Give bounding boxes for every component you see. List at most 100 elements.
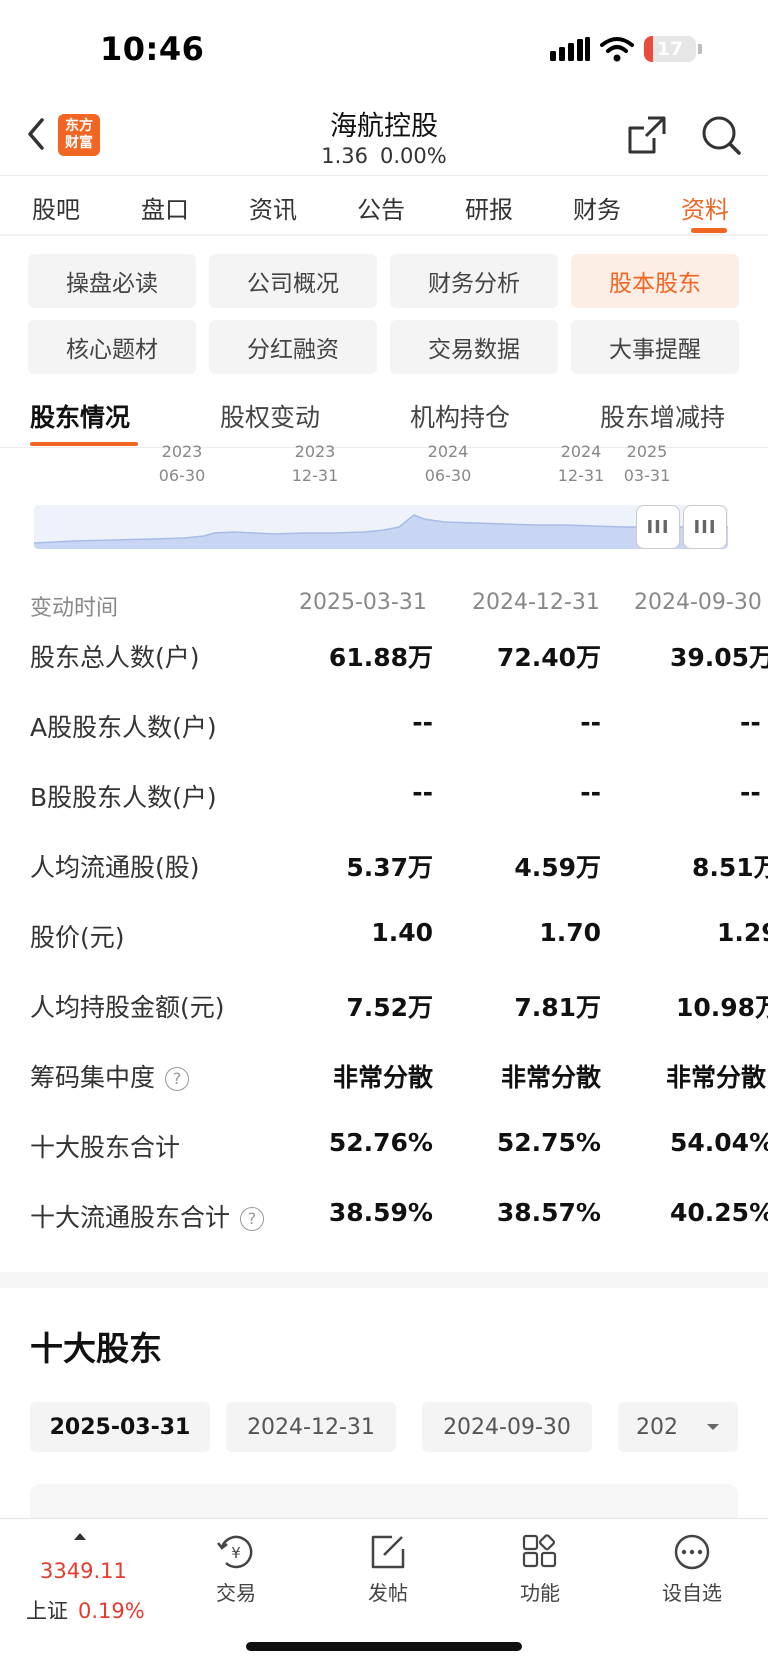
battery-tip	[698, 44, 702, 54]
row-value: --	[412, 708, 433, 737]
search-icon[interactable]	[700, 114, 742, 156]
subtab-trading-data[interactable]: 交易数据	[390, 320, 558, 374]
subtab-core-themes[interactable]: 核心题材	[28, 320, 196, 374]
timeline-label: 2025 03-31	[623, 442, 671, 485]
subtab-events[interactable]: 大事提醒	[571, 320, 739, 374]
row-value: 4.59万	[514, 853, 601, 882]
stock-price: 1.36	[321, 144, 369, 168]
timeline-handle-right[interactable]: III	[683, 505, 727, 549]
row-value: 52.76%	[328, 1128, 433, 1157]
row-value: 39.05万	[670, 643, 768, 672]
wifi-icon	[600, 37, 634, 62]
tab-announcements[interactable]: 公告	[357, 190, 405, 225]
table-row: A股股东人数(户) -- -- --	[0, 708, 768, 778]
chevron-down-icon	[707, 1424, 719, 1430]
nav-add-watchlist[interactable]: 设自选	[642, 1533, 742, 1606]
date-chip[interactable]: 202	[618, 1402, 698, 1452]
nav-trade[interactable]: ¥ 交易	[186, 1533, 286, 1606]
tab-profile[interactable]: 资料	[681, 190, 729, 225]
row-label: 股价(元)	[30, 923, 125, 952]
date-chip[interactable]: 2024-12-31	[226, 1402, 396, 1452]
top-tab-bar: 股吧 盘口 资讯 公告 研报 财务 资料	[0, 178, 768, 236]
section-title-top-holders: 十大股东	[30, 1329, 162, 1368]
tab-finance[interactable]: 财务	[573, 190, 621, 225]
column-date[interactable]: 2024-12-31	[472, 590, 600, 615]
timeline-scrubber[interactable]	[34, 505, 728, 549]
tab-institutional-holdings[interactable]: 机构持仓	[410, 398, 510, 434]
tab-holder-overview[interactable]: 股东情况	[30, 398, 130, 434]
timeline-label: 2023 12-31	[291, 442, 339, 485]
date-chip[interactable]: 2025-03-31	[30, 1402, 210, 1452]
stock-header: 东方 财富 海航控股 1.36 0.00%	[0, 100, 768, 176]
tab-pankou[interactable]: 盘口	[141, 190, 189, 225]
row-value: 40.25%	[670, 1198, 768, 1227]
help-icon[interactable]: ?	[240, 1207, 265, 1231]
index-name: 上证 0.19%	[26, 1599, 145, 1623]
subtab-dividends[interactable]: 分红融资	[209, 320, 377, 374]
tab-equity-changes[interactable]: 股权变动	[220, 398, 320, 434]
subtab-shareholders[interactable]: 股本股东	[571, 254, 739, 308]
row-value: 61.88万	[328, 643, 433, 672]
post-icon	[371, 1535, 405, 1569]
row-value: 72.40万	[496, 643, 601, 672]
row-value: 7.81万	[514, 993, 601, 1022]
status-time: 10:46	[100, 30, 205, 68]
timeline-label: 2024 12-31	[557, 442, 605, 485]
table-row: 股价(元) 1.40 1.70 1.29	[0, 918, 768, 988]
tab-news[interactable]: 资讯	[249, 190, 297, 225]
column-date[interactable]: 2024-09-30	[634, 590, 762, 615]
row-value: --	[580, 778, 601, 807]
table-row: B股股东人数(户) -- -- --	[0, 778, 768, 848]
date-dropdown-button[interactable]	[688, 1402, 738, 1452]
status-icons: 17	[550, 36, 702, 62]
nav-post[interactable]: 发帖	[338, 1533, 438, 1606]
row-value: --	[740, 708, 761, 737]
timeline-label: 2023 06-30	[158, 442, 206, 485]
status-bar: 10:46 17	[0, 0, 768, 100]
table-row: 人均持股金额(元) 7.52万 7.81万 10.98万	[0, 988, 768, 1058]
svg-text:¥: ¥	[231, 1544, 241, 1562]
row-value: 52.75%	[496, 1128, 601, 1157]
row-label: 十大股东合计	[30, 1133, 181, 1162]
home-indicator[interactable]	[246, 1642, 522, 1651]
timeline-handle-left[interactable]: III	[636, 505, 680, 549]
battery-icon: 17	[644, 36, 696, 62]
row-value: 8.51万	[692, 853, 768, 882]
row-value: 38.59%	[328, 1198, 433, 1227]
table-header: 变动时间 2025-03-31 2024-12-31 2024-09-30	[0, 590, 768, 621]
row-value: 非常分散	[500, 1063, 601, 1092]
row-value: --	[580, 708, 601, 737]
expand-up-icon	[74, 1533, 86, 1540]
subtab-company-overview[interactable]: 公司概况	[209, 254, 377, 308]
tab-holder-changes[interactable]: 股东增减持	[600, 398, 725, 434]
date-chip[interactable]: 2024-09-30	[422, 1402, 592, 1452]
nav-functions[interactable]: 功能	[490, 1533, 590, 1606]
table-row: 人均流通股(股) 5.37万 4.59万 8.51万	[0, 848, 768, 918]
share-icon[interactable]	[626, 114, 668, 156]
table-row: 十大股东合计 52.76% 52.75% 54.04%	[0, 1128, 768, 1198]
column-date[interactable]: 2025-03-31	[299, 590, 427, 615]
cellular-signal-icon	[550, 37, 590, 61]
row-value: 54.04%	[670, 1128, 768, 1157]
table-row: 筹码集中度? 非常分散 非常分散 非常分散	[0, 1058, 768, 1128]
row-value: 38.57%	[496, 1198, 601, 1227]
holder-tab-indicator	[30, 442, 138, 446]
holder-tab-bar: 股东情况 股权变动 机构持仓 股东增减持	[0, 384, 768, 448]
row-label: A股股东人数(户)	[30, 713, 217, 742]
row-label: 筹码集中度?	[30, 1058, 190, 1094]
tab-guba[interactable]: 股吧	[32, 190, 80, 225]
tab-research[interactable]: 研报	[465, 190, 513, 225]
row-label: 股东总人数(户)	[30, 643, 200, 672]
watchlist-icon	[674, 1534, 710, 1570]
stock-change: 0.00%	[380, 144, 447, 168]
row-label: 人均流通股(股)	[30, 853, 200, 882]
trade-icon: ¥	[217, 1535, 253, 1569]
battery-level: 17	[656, 38, 684, 60]
help-icon[interactable]: ?	[165, 1067, 190, 1091]
subtab-trading-guide[interactable]: 操盘必读	[28, 254, 196, 308]
row-value: 1.29	[717, 918, 768, 947]
subtab-financial-analysis[interactable]: 财务分析	[390, 254, 558, 308]
row-value: 非常分散	[332, 1063, 433, 1092]
row-value: --	[740, 778, 761, 807]
row-label: 十大流通股东合计?	[30, 1198, 265, 1234]
